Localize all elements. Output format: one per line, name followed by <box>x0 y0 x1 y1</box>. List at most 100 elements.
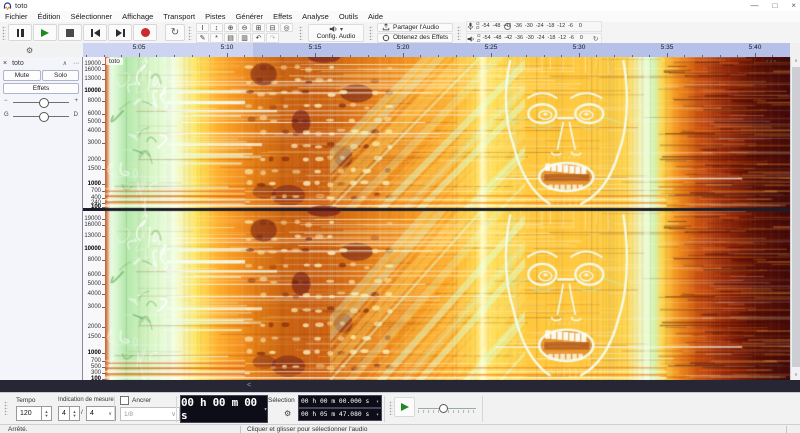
track-area: × toto ∧ ⋯ Mute Solo Effets − + G D <box>0 57 800 380</box>
menu-fichier[interactable]: Fichier <box>0 11 33 22</box>
scroll-down-icon[interactable]: ∨ <box>791 371 800 380</box>
tools-toolbar-grabber[interactable] <box>188 26 192 40</box>
gain-slider-thumb[interactable] <box>39 98 49 108</box>
pan-slider[interactable]: G D <box>3 111 79 122</box>
snap-checkbox[interactable] <box>120 396 129 405</box>
status-hint: Cliquer et glisser pour sélectionner l'a… <box>247 426 367 433</box>
recording-meter-scale: -54-48-42-36-30-24-18-12-60 <box>482 22 590 31</box>
menu-effets[interactable]: Effets <box>268 11 297 22</box>
trim-audio-button[interactable]: ▤ <box>224 33 237 43</box>
meter-scale-label: -48 <box>492 23 500 29</box>
skip-to-start-button[interactable] <box>83 24 107 41</box>
redo-button[interactable]: ↷ <box>266 33 279 43</box>
clip-handle-dots-icon[interactable] <box>766 60 776 62</box>
selection-end-field[interactable]: 00 h 05 m 47.080 s ▾ <box>298 408 382 421</box>
stop-button[interactable] <box>58 24 82 41</box>
share-audio-button[interactable]: Partager l'Audio <box>377 23 453 33</box>
undo-button[interactable]: ↶ <box>252 33 265 43</box>
scrollbar-arrow-icon[interactable]: < <box>247 380 251 392</box>
time-signature-lower-select[interactable]: 4 ∨ <box>86 406 116 421</box>
share-toolbar-grabber[interactable] <box>369 26 373 40</box>
minimize-button[interactable]: — <box>750 0 758 11</box>
timeline-options-gear-icon[interactable]: ⚙ <box>26 46 33 55</box>
maximize-button[interactable]: □ <box>772 0 777 11</box>
transport-toolbar-grabber[interactable] <box>2 26 6 40</box>
recording-meter[interactable]: GD -54-48-42-36-30-24-18-12-60 <box>466 21 601 33</box>
selection-tool-button[interactable]: I <box>196 23 209 33</box>
snap-mode-select[interactable]: 1/8 ∨ <box>120 407 180 421</box>
mute-button[interactable]: Mute <box>3 70 41 81</box>
zoom-fit-button[interactable]: ⊟ <box>266 23 279 33</box>
selection-start-field[interactable]: 00 h 00 m 00.000 s ▾ <box>298 395 382 408</box>
loop-button[interactable]: ↻ <box>165 24 185 41</box>
menu-outils[interactable]: Outils <box>334 11 363 22</box>
playback-speed-thumb[interactable] <box>439 404 448 413</box>
solo-button[interactable]: Solo <box>42 70 79 81</box>
silence-audio-button[interactable]: ▥ <box>238 33 251 43</box>
menu-selectionner[interactable]: Sélectionner <box>65 11 117 22</box>
menu-pistes[interactable]: Pistes <box>200 11 230 22</box>
frequency-label: 700 <box>91 188 101 194</box>
frequency-label: 6000 <box>88 272 101 278</box>
scroll-up-icon[interactable]: ∧ <box>791 57 800 66</box>
zoom-toggle-button[interactable]: ◎ <box>280 23 293 33</box>
track-name[interactable]: toto <box>12 60 24 67</box>
playback-speed-slider[interactable] <box>418 401 476 415</box>
play-at-speed-button[interactable] <box>394 397 415 417</box>
menu-transport[interactable]: Transport <box>158 11 200 22</box>
vertical-scrollbar[interactable]: ∧ ∨ <box>790 57 800 380</box>
record-button[interactable] <box>133 24 157 41</box>
draw-tool-button[interactable]: ✎ <box>196 33 209 43</box>
menu-generer[interactable]: Générer <box>231 11 269 22</box>
frequency-label: 1500 <box>88 334 101 340</box>
play-at-speed-grabber[interactable] <box>389 401 393 415</box>
audio-setup-grabber[interactable] <box>299 26 303 40</box>
time-signature-toolbar-grabber[interactable] <box>4 401 8 415</box>
skip-to-start-icon <box>91 29 100 37</box>
play-button[interactable] <box>33 24 57 41</box>
vertical-scrollbar-thumb[interactable] <box>792 67 800 367</box>
frequency-ruler[interactable]: 1900016000130001000080006000500040003000… <box>83 57 106 380</box>
track-menu-icon[interactable]: ⋯ <box>73 60 79 67</box>
loop-icon: ↻ <box>171 27 179 38</box>
time-signature-spinner[interactable]: ▲▼ <box>69 407 79 420</box>
frequency-label: 700 <box>91 358 101 364</box>
selection-settings-gear-icon[interactable]: ⚙ <box>284 409 291 418</box>
envelope-tool-button[interactable]: ↕ <box>210 23 223 33</box>
audio-setup-button[interactable]: ▾ Config. Audio <box>308 24 364 42</box>
menu-analyse[interactable]: Analyse <box>297 11 334 22</box>
tempo-spinner[interactable]: ▲▼ <box>41 407 51 420</box>
time-signature-upper-input[interactable]: 4 ▲▼ <box>58 406 80 421</box>
get-effects-button[interactable]: Obtenez des Effets <box>377 33 453 43</box>
frequency-label: 1500 <box>88 166 101 172</box>
microphone-icon <box>467 22 474 31</box>
zoom-selection-button[interactable]: ⊞ <box>252 23 265 33</box>
pause-button[interactable] <box>8 24 32 41</box>
zoom-out-button[interactable]: ⊖ <box>238 23 251 33</box>
meter-toolbar-grabber[interactable] <box>457 26 461 40</box>
meter-scale-label: 0 <box>580 35 583 41</box>
spectrogram-canvas[interactable] <box>105 57 790 380</box>
timeline-label: 5:20 <box>397 44 410 51</box>
get-effects-label: Obtenez des Effets <box>393 34 448 41</box>
track-close-icon[interactable]: × <box>3 60 7 67</box>
close-button[interactable]: × <box>791 0 796 11</box>
tempo-input[interactable]: 120 ▲▼ <box>16 406 52 421</box>
time-display[interactable]: 00 h 00 m 00 s ▾ <box>180 395 268 423</box>
meter-scale-label: -12 <box>557 23 565 29</box>
skip-to-end-button[interactable] <box>108 24 132 41</box>
timeline-ruler[interactable]: 5:055:105:155:205:255:305:355:40 <box>83 43 790 58</box>
menu-edition[interactable]: Édition <box>33 11 66 22</box>
menu-aide[interactable]: Aide <box>363 11 388 22</box>
zoom-in-button[interactable]: ⊕ <box>224 23 237 33</box>
snap-checkbox-row[interactable]: Ancrer <box>120 396 151 405</box>
effects-button[interactable]: Effets <box>3 83 79 94</box>
menu-affichage[interactable]: Affichage <box>117 11 158 22</box>
meter-refresh-icon[interactable]: ↻ <box>593 35 599 43</box>
gain-slider[interactable]: − + <box>3 97 79 108</box>
multi-tool-button[interactable]: * <box>210 33 223 43</box>
pan-slider-thumb[interactable] <box>39 112 49 122</box>
track-collapse-icon[interactable]: ∧ <box>63 60 67 67</box>
horizontal-scrollbar[interactable]: < <box>0 380 800 392</box>
clip-name-tag[interactable]: toto <box>106 58 123 65</box>
